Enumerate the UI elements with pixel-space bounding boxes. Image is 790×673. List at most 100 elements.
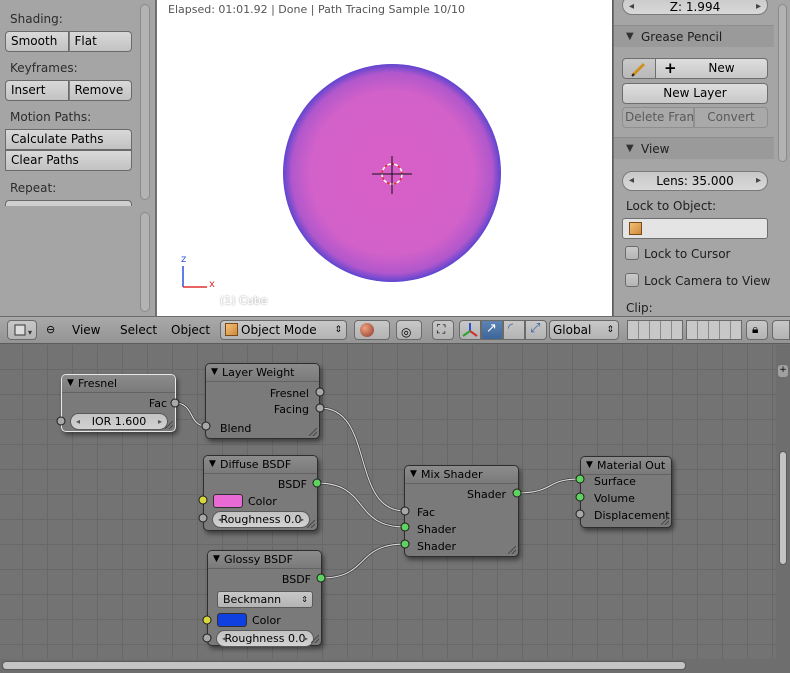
decrement-arrow-icon[interactable]: ◂: [629, 172, 634, 190]
remove-keyframe-button[interactable]: Remove: [68, 80, 132, 101]
decrement-arrow-icon[interactable]: ◂: [218, 512, 222, 527]
clear-paths-button[interactable]: Clear Paths: [5, 150, 132, 171]
node-resize-handle[interactable]: [661, 517, 669, 525]
properties-scrollbar[interactable]: [778, 4, 787, 162]
calculate-paths-button[interactable]: Calculate Paths: [5, 129, 132, 150]
3d-viewport[interactable]: Elapsed: 01:01.92 | Done | Path Tracing …: [157, 0, 613, 316]
render-preview-button[interactable]: [772, 320, 790, 340]
tool-shelf-scrollbar-lower[interactable]: [140, 212, 150, 312]
node-resize-handle[interactable]: [311, 635, 319, 643]
mix-shader-node[interactable]: ▼ Mix Shader Shader Fac Shader Shader: [404, 465, 519, 557]
layers-grid-a[interactable]: [627, 320, 683, 340]
node-resize-handle[interactable]: [508, 546, 516, 554]
decrement-arrow-icon[interactable]: ◂: [629, 0, 634, 14]
glossy-color-input-socket[interactable]: [202, 615, 212, 625]
delete-frame-button[interactable]: Delete Fram: [622, 107, 694, 128]
vertical-scroll-thumb[interactable]: [779, 451, 787, 565]
mix-shader-input-2-socket[interactable]: [400, 539, 410, 549]
fresnel-ior-input-socket[interactable]: [56, 416, 66, 426]
fresnel-fac-output-socket[interactable]: [170, 398, 180, 408]
diffuse-bsdf-output-socket[interactable]: [312, 478, 322, 488]
node-resize-handle[interactable]: [165, 421, 173, 429]
increment-arrow-icon[interactable]: ▸: [300, 512, 304, 527]
new-layer-button[interactable]: New Layer: [622, 83, 768, 104]
diffuse-color-swatch[interactable]: [213, 494, 243, 508]
layers-grid-b[interactable]: [686, 320, 742, 340]
increment-arrow-icon[interactable]: ▸: [756, 172, 761, 190]
output-surface-socket[interactable]: [575, 474, 585, 484]
lock-to-cursor-checkbox[interactable]: [625, 246, 639, 260]
collapse-menus-icon[interactable]: ⊖: [46, 323, 55, 336]
diffuse-bsdf-node-header[interactable]: ▼ Diffuse BSDF: [204, 456, 317, 474]
convert-button[interactable]: Convert: [694, 107, 768, 128]
lock-to-object-field[interactable]: [622, 218, 768, 239]
scale-manipulator-button[interactable]: ⤢: [525, 320, 547, 340]
pivot-point-selector[interactable]: ◎: [396, 320, 422, 340]
pencil-icon[interactable]: [622, 58, 656, 79]
material-output-node-header[interactable]: ▼ Material Out: [581, 457, 671, 475]
mix-shader-output-socket[interactable]: [512, 488, 522, 498]
output-volume-socket[interactable]: [575, 492, 585, 502]
increment-arrow-icon[interactable]: ▸: [756, 0, 761, 14]
new-grease-pencil-button[interactable]: + New: [656, 58, 768, 79]
diffuse-roughness-field[interactable]: ◂ Roughness 0.0 ▸: [212, 511, 310, 528]
diffuse-roughness-input-socket[interactable]: [198, 513, 208, 523]
decrement-arrow-icon[interactable]: ◂: [222, 631, 226, 646]
node-resize-handle[interactable]: [307, 520, 315, 528]
layer-weight-node[interactable]: ▼ Layer Weight Fresnel Facing Blend: [205, 363, 320, 439]
fresnel-node[interactable]: ▼ Fresnel Fac ◂ IOR 1.600 ▸: [61, 374, 176, 432]
glossy-roughness-input-socket[interactable]: [202, 633, 212, 643]
mix-shader-input-1-socket[interactable]: [400, 522, 410, 532]
select-menu[interactable]: Select: [120, 323, 157, 337]
glossy-roughness-field[interactable]: ◂ Roughness 0.0 ▸: [216, 630, 314, 647]
fresnel-node-header[interactable]: ▼ Fresnel: [62, 375, 175, 393]
mix-shader-node-header[interactable]: ▼ Mix Shader: [405, 466, 518, 484]
ior-field[interactable]: ◂ IOR 1.600 ▸: [70, 413, 168, 430]
editor-type-icon[interactable]: ▾: [7, 320, 37, 340]
viewport-shading-selector[interactable]: [354, 320, 390, 340]
increment-arrow-icon[interactable]: ▸: [158, 414, 162, 429]
object-menu[interactable]: Object: [171, 323, 210, 337]
flat-button[interactable]: Flat: [68, 31, 132, 52]
lens-field[interactable]: ◂ Lens: 35.000 ▸: [622, 171, 768, 191]
manipulator-toggle[interactable]: ⛶: [432, 320, 454, 340]
decrement-arrow-icon[interactable]: ◂: [76, 414, 80, 429]
3d-view-header: ▾ ⊖ View Select Object Object Mode ⇕ ◎ ⛶…: [0, 316, 790, 344]
glossy-color-swatch[interactable]: [217, 613, 247, 627]
diffuse-bsdf-node[interactable]: ▼ Diffuse BSDF BSDF Color ◂ Roughness 0.…: [203, 455, 318, 531]
view-menu[interactable]: View: [72, 323, 100, 337]
mix-fac-input-socket[interactable]: [400, 506, 410, 516]
lock-camera-to-view-checkbox[interactable]: [625, 273, 639, 287]
smooth-button[interactable]: Smooth: [5, 31, 69, 52]
node-editor[interactable]: ▼ Fresnel Fac ◂ IOR 1.600 ▸ ▼ Layer Weig…: [0, 345, 776, 659]
glossy-bsdf-node[interactable]: ▼ Glossy BSDF BSDF Beckmann ⇕ Color ◂ Ro…: [207, 550, 322, 647]
material-output-node[interactable]: ▼ Material Out Surface Volume Displaceme…: [580, 456, 672, 528]
repeat-button-partial[interactable]: [5, 200, 132, 206]
add-region-plus-icon[interactable]: +: [778, 365, 788, 377]
node-editor-horizontal-scrollbar[interactable]: [0, 659, 790, 673]
increment-arrow-icon[interactable]: ▸: [304, 631, 308, 646]
diffuse-color-input-socket[interactable]: [198, 495, 208, 505]
grease-pencil-panel-header[interactable]: ▼ Grease Pencil: [614, 25, 774, 47]
view-panel-header[interactable]: ▼ View: [614, 137, 774, 159]
layer-weight-fresnel-output-socket[interactable]: [315, 387, 325, 397]
translate-manipulator-button[interactable]: ↗: [481, 320, 503, 340]
layer-weight-facing-output-socket[interactable]: [315, 403, 325, 413]
layer-weight-node-header[interactable]: ▼ Layer Weight: [206, 364, 319, 382]
glossy-bsdf-node-header[interactable]: ▼ Glossy BSDF: [208, 551, 321, 569]
node-editor-vertical-scrollbar[interactable]: +: [776, 345, 790, 659]
rotate-manipulator-button[interactable]: ◜: [503, 320, 525, 340]
mode-selector[interactable]: Object Mode ⇕: [220, 320, 347, 340]
node-resize-handle[interactable]: [309, 428, 317, 436]
tool-shelf-scrollbar[interactable]: [140, 4, 150, 200]
transform-orientation-selector[interactable]: Global ⇕: [549, 320, 619, 340]
insert-keyframe-button[interactable]: Insert: [5, 80, 69, 101]
output-displacement-socket[interactable]: [575, 509, 585, 519]
glossy-bsdf-output-socket[interactable]: [316, 573, 326, 583]
lock-layers-button[interactable]: 🔒︎: [746, 320, 768, 340]
z-location-field[interactable]: ◂ Z: 1.994 ▸: [622, 0, 768, 15]
manipulator-widget-toggle[interactable]: [459, 320, 481, 340]
layer-weight-blend-input-socket[interactable]: [201, 421, 211, 431]
distribution-dropdown[interactable]: Beckmann ⇕: [217, 591, 313, 608]
horizontal-scroll-thumb[interactable]: [2, 661, 686, 670]
